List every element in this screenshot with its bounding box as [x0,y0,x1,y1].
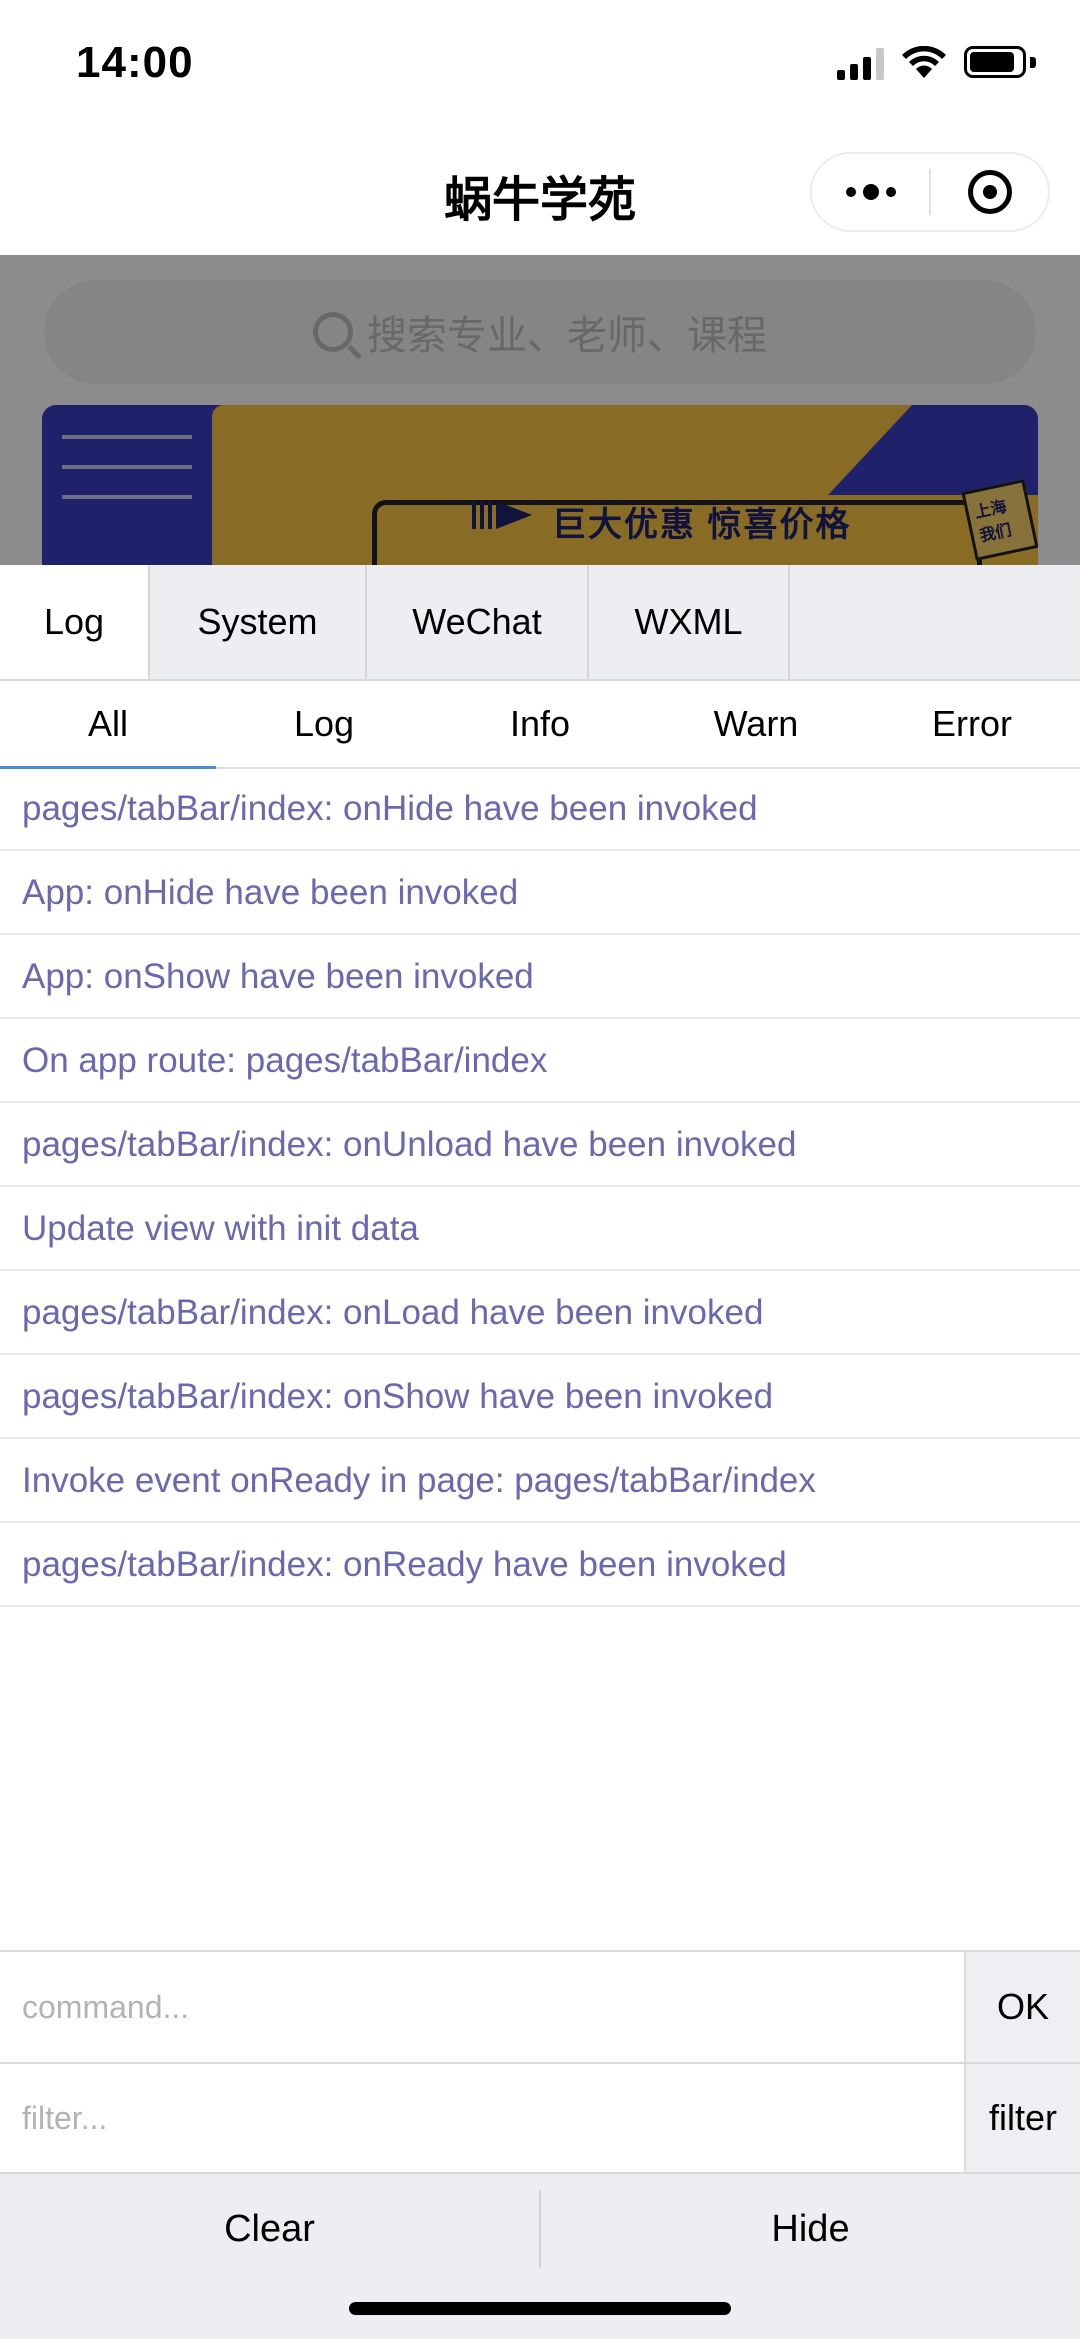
vconsole-tabs: Log System WeChat WXML [0,565,1080,681]
log-entry[interactable]: pages/tabBar/index: onLoad have been inv… [0,1273,1080,1355]
subtab-warn[interactable]: Warn [648,681,864,767]
status-time: 14:00 [76,38,194,87]
subtab-all[interactable]: All [0,681,216,769]
tab-wechat[interactable]: WeChat [367,565,589,679]
wifi-icon [902,46,946,78]
hide-button[interactable]: Hide [541,2174,1080,2284]
close-miniprogram-button[interactable] [931,154,1048,230]
command-input[interactable] [0,1952,964,2062]
ok-button[interactable]: OK [964,1952,1080,2062]
filter-row: filter [0,2062,1080,2174]
command-row: OK [0,1950,1080,2062]
log-entry[interactable]: App: onShow have been invoked [0,937,1080,1019]
log-level-tabs: All Log Info Warn Error [0,681,1080,769]
log-entry[interactable]: On app route: pages/tabBar/index [0,1021,1080,1103]
target-close-icon [967,170,1012,214]
home-indicator[interactable] [349,2302,731,2315]
tab-wxml[interactable]: WXML [589,565,790,679]
more-dots-icon [845,184,896,200]
clear-button[interactable]: Clear [0,2174,539,2284]
log-entry[interactable]: App: onHide have been invoked [0,853,1080,935]
tab-log[interactable]: Log [0,565,150,679]
vconsole-panel: Log System WeChat WXML All Log Info Warn… [0,565,1080,2339]
log-entry[interactable]: Invoke event onReady in page: pages/tabB… [0,1441,1080,1523]
more-button[interactable] [812,154,929,230]
battery-icon [964,46,1036,80]
tab-system[interactable]: System [150,565,367,679]
modal-overlay[interactable] [0,255,1080,565]
log-entry[interactable]: pages/tabBar/index: onHide have been inv… [0,769,1080,851]
filter-button[interactable]: filter [964,2064,1080,2172]
log-list: pages/tabBar/index: onHide have been inv… [0,769,1080,1609]
log-entry[interactable]: pages/tabBar/index: onUnload have been i… [0,1105,1080,1187]
subtab-info[interactable]: Info [432,681,648,767]
log-entry[interactable]: pages/tabBar/index: onShow have been inv… [0,1357,1080,1439]
filter-input[interactable] [0,2064,964,2172]
nav-bar: 蜗牛学苑 [0,130,1080,255]
status-icons [837,46,1036,80]
cellular-signal-icon [837,46,884,80]
subtab-log[interactable]: Log [216,681,432,767]
log-entry[interactable]: Update view with init data [0,1189,1080,1271]
miniprogram-capsule [810,152,1050,232]
status-bar: 14:00 [0,0,1080,130]
subtab-error[interactable]: Error [864,681,1080,767]
log-entry[interactable]: pages/tabBar/index: onReady have been in… [0,1525,1080,1607]
